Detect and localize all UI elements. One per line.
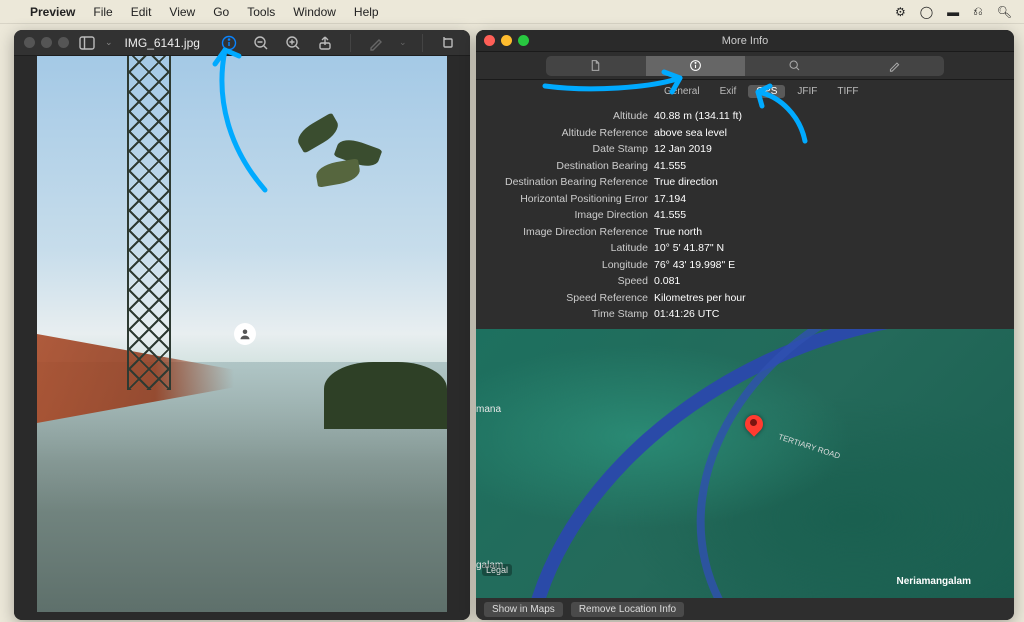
subtab-exif[interactable]: Exif bbox=[712, 85, 745, 98]
map-label: mana bbox=[476, 404, 501, 415]
info-window-title: More Info bbox=[722, 35, 768, 47]
tab-search-icon[interactable] bbox=[745, 56, 845, 76]
system-menubar: Preview File Edit View Go Tools Window H… bbox=[0, 0, 1024, 24]
gps-metadata-table: Altitude40.88 m (134.11 ft) Altitude Ref… bbox=[476, 102, 1014, 323]
photo-content bbox=[37, 56, 447, 612]
document-title: IMG_6141.jpg bbox=[125, 36, 200, 50]
settings-icon[interactable]: ⚙︎ bbox=[895, 5, 906, 19]
menu-go[interactable]: Go bbox=[213, 5, 229, 19]
rotate-icon[interactable] bbox=[439, 34, 457, 52]
info-titlebar: More Info bbox=[476, 30, 1014, 52]
location-map[interactable]: mana galam Neriamangalam TERTIARY ROAD L… bbox=[476, 329, 1014, 599]
map-pin-icon[interactable] bbox=[745, 415, 763, 433]
subtab-jfif[interactable]: JFIF bbox=[789, 85, 825, 98]
info-tab-segmented bbox=[476, 52, 1014, 80]
subtab-general[interactable]: General bbox=[656, 85, 708, 98]
tab-document-icon[interactable] bbox=[546, 56, 646, 76]
map-action-bar: Show in Maps Remove Location Info bbox=[476, 598, 1014, 620]
zoom-out-icon[interactable] bbox=[252, 34, 270, 52]
tab-info-icon[interactable] bbox=[646, 56, 746, 76]
show-in-maps-button[interactable]: Show in Maps bbox=[484, 602, 563, 617]
search-icon[interactable]: 🔍︎ bbox=[997, 5, 1012, 19]
info-subtabs: General Exif GPS JFIF TIFF bbox=[476, 80, 1014, 102]
info-segmented-control[interactable] bbox=[546, 56, 944, 76]
control-center-icon[interactable]: ⎌ bbox=[973, 4, 983, 19]
menubar-app-name[interactable]: Preview bbox=[30, 5, 75, 19]
gps-label: Altitude bbox=[476, 110, 654, 122]
sidebar-toggle-icon[interactable] bbox=[79, 34, 95, 52]
subtab-gps[interactable]: GPS bbox=[748, 85, 785, 98]
menu-help[interactable]: Help bbox=[354, 5, 379, 19]
inspector-icon[interactable] bbox=[220, 34, 238, 52]
user-icon[interactable]: ◯ bbox=[920, 5, 933, 19]
battery-icon[interactable]: ▬ bbox=[947, 5, 959, 19]
menu-file[interactable]: File bbox=[93, 5, 112, 19]
remove-location-button[interactable]: Remove Location Info bbox=[571, 602, 684, 617]
traffic-lights[interactable] bbox=[484, 35, 529, 46]
tab-annotate-icon[interactable] bbox=[845, 56, 945, 76]
people-badge-icon[interactable] bbox=[234, 323, 256, 345]
preview-window: ⌄ IMG_6141.jpg ⌄ » bbox=[14, 30, 470, 620]
menu-window[interactable]: Window bbox=[293, 5, 336, 19]
more-info-window: More Info General Exif GPS JFIF TIFF Alt… bbox=[476, 30, 1014, 620]
traffic-lights[interactable] bbox=[24, 37, 69, 48]
map-label: Neriamangalam bbox=[896, 576, 970, 587]
markup-icon[interactable] bbox=[367, 34, 385, 52]
chevron-down-icon[interactable]: ⌄ bbox=[105, 37, 113, 48]
subtab-tiff[interactable]: TIFF bbox=[829, 85, 866, 98]
chevron-down-icon[interactable]: ⌄ bbox=[399, 37, 407, 48]
gps-value: 40.88 m (134.11 ft) bbox=[654, 110, 742, 122]
image-viewport[interactable] bbox=[14, 56, 470, 620]
share-icon[interactable] bbox=[316, 34, 334, 52]
preview-toolbar: ⌄ IMG_6141.jpg ⌄ » bbox=[14, 30, 470, 56]
menu-edit[interactable]: Edit bbox=[131, 5, 152, 19]
zoom-in-icon[interactable] bbox=[284, 34, 302, 52]
menu-view[interactable]: View bbox=[169, 5, 195, 19]
menu-tools[interactable]: Tools bbox=[247, 5, 275, 19]
map-legal-link[interactable]: Legal bbox=[482, 564, 512, 576]
